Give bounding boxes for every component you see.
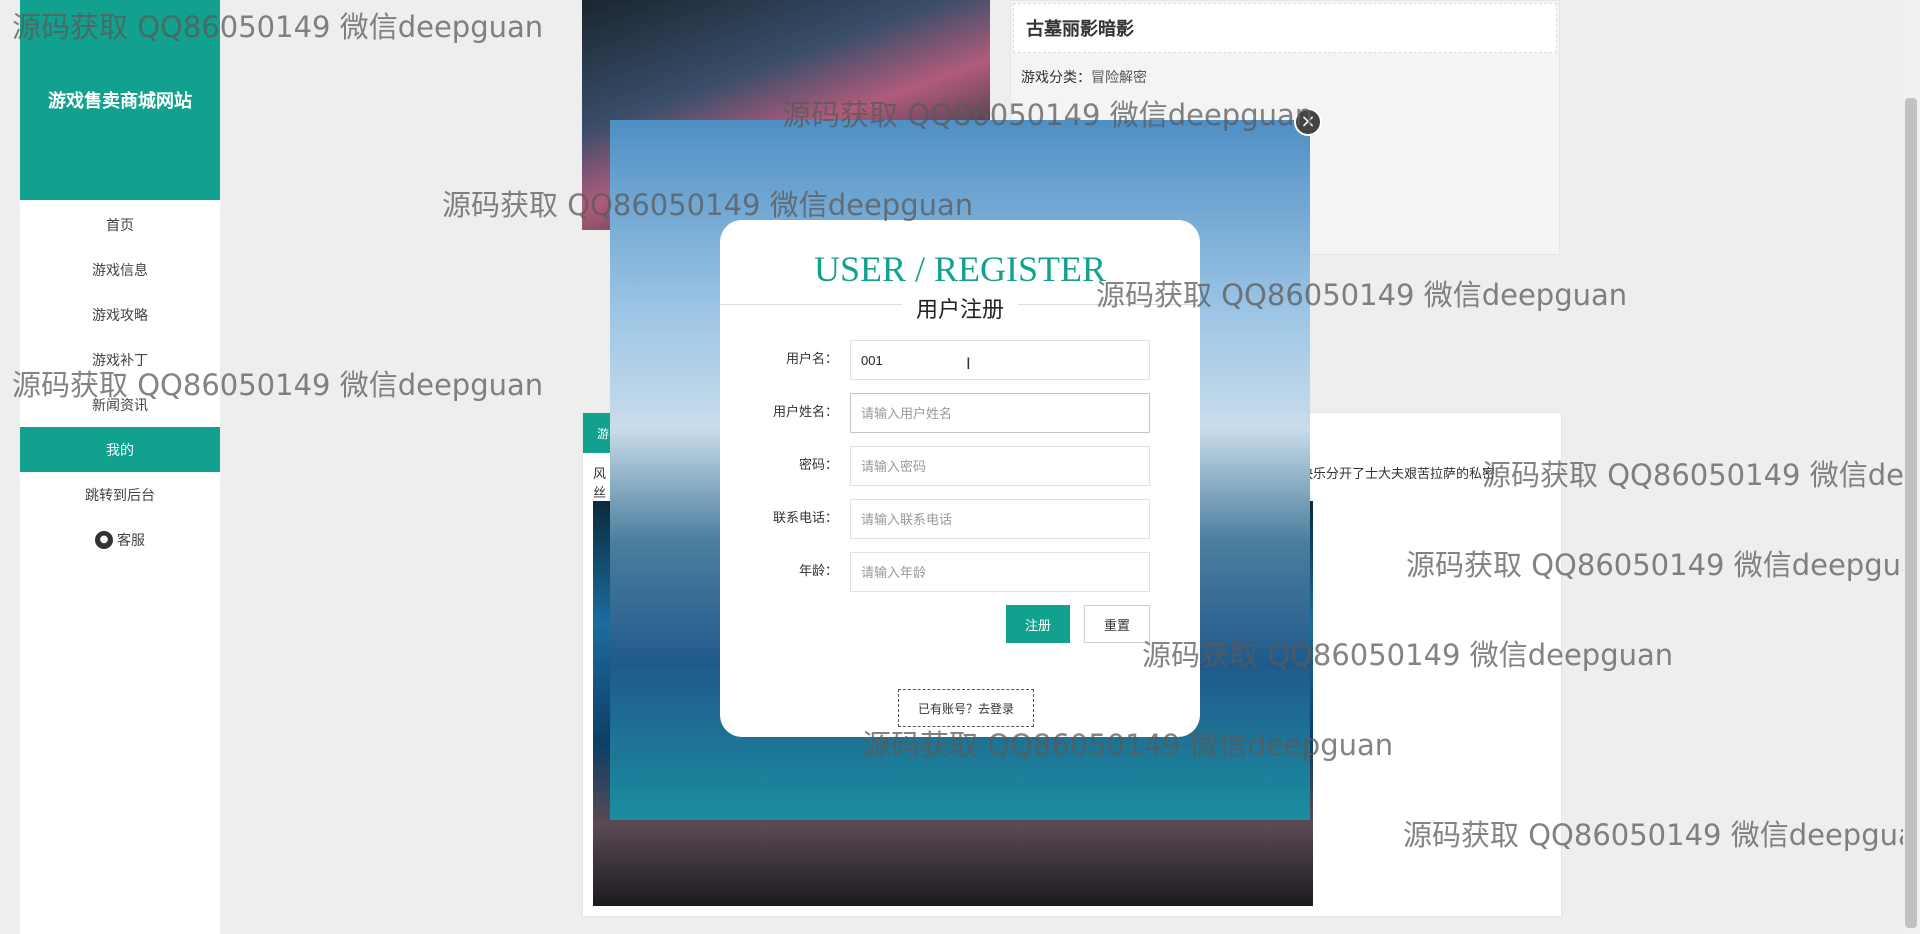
phone-label: 联系电话： bbox=[772, 511, 838, 526]
realname-label: 用户姓名： bbox=[772, 405, 838, 420]
sidebar-item-game-patch[interactable]: 游戏补丁 bbox=[20, 337, 220, 382]
game-category-label: 游戏分类： bbox=[1021, 70, 1091, 86]
site-logo-text: 游戏售卖商城网站 bbox=[48, 91, 192, 112]
phone-input[interactable] bbox=[850, 499, 1150, 539]
sidebar-item-service[interactable]: ● 客服 bbox=[20, 517, 220, 562]
sidebar: 游戏售卖商城网站 首页 游戏信息 游戏攻略 游戏补丁 新闻资讯 我的 跳转到后台… bbox=[20, 0, 220, 934]
news-text-left[interactable]: 风 丝 bbox=[593, 463, 606, 501]
wechat-icon: ● bbox=[95, 530, 113, 549]
sidebar-item-news[interactable]: 新闻资讯 bbox=[20, 382, 220, 427]
sidebar-item-game-info[interactable]: 游戏信息 bbox=[20, 247, 220, 292]
sidebar-item-home[interactable]: 首页 bbox=[20, 202, 220, 247]
register-card: USER / REGISTER 用户注册 用户名： 用户姓名： 密码： 联系电话… bbox=[720, 220, 1200, 737]
site-logo[interactable]: 游戏售卖商城网站 bbox=[20, 0, 220, 200]
form-row-realname: 用户姓名： bbox=[720, 393, 1200, 433]
password-input[interactable] bbox=[850, 446, 1150, 486]
username-input[interactable] bbox=[850, 340, 1150, 380]
age-input[interactable] bbox=[850, 552, 1150, 592]
register-title: USER / REGISTER bbox=[813, 249, 1107, 289]
game-category-row: 游戏分类：冒险解密 bbox=[1011, 55, 1559, 87]
realname-input[interactable] bbox=[850, 393, 1150, 433]
service-label: 客服 bbox=[117, 532, 145, 549]
reset-button[interactable]: 重置 bbox=[1084, 605, 1150, 643]
register-subtitle-wrap: 用户注册 bbox=[720, 292, 1200, 324]
game-title: 古墓丽影暗影 bbox=[1013, 3, 1557, 53]
text-cursor-icon: I bbox=[966, 354, 971, 373]
register-subtitle: 用户注册 bbox=[901, 298, 1018, 323]
form-row-username: 用户名： bbox=[720, 340, 1200, 380]
age-label: 年龄： bbox=[798, 564, 838, 579]
form-row-phone: 联系电话： bbox=[720, 499, 1200, 539]
sidebar-menu: 首页 游戏信息 游戏攻略 游戏补丁 新闻资讯 我的 跳转到后台 ● 客服 bbox=[20, 202, 220, 562]
go-login-link[interactable]: 已有账号？去登录 bbox=[898, 689, 1034, 727]
news-text-right[interactable]: 疑快乐分开了士大夫艰苦拉萨的私密 bbox=[1287, 463, 1547, 482]
form-row-password: 密码： bbox=[720, 446, 1200, 486]
form-row-age: 年龄： bbox=[720, 552, 1200, 592]
close-icon[interactable]: × bbox=[1294, 108, 1322, 136]
sidebar-item-mine[interactable]: 我的 bbox=[20, 427, 220, 472]
scrollbar-thumb[interactable] bbox=[1905, 98, 1917, 928]
game-category-value: 冒险解密 bbox=[1091, 70, 1147, 86]
news-text-left-2: 丝 bbox=[593, 486, 607, 501]
sidebar-item-admin[interactable]: 跳转到后台 bbox=[20, 472, 220, 517]
sidebar-item-game-guide[interactable]: 游戏攻略 bbox=[20, 292, 220, 337]
register-button[interactable]: 注册 bbox=[1006, 605, 1070, 643]
username-label: 用户名： bbox=[785, 352, 838, 367]
news-text-left-1: 风 bbox=[593, 467, 607, 482]
password-label: 密码： bbox=[798, 458, 838, 473]
